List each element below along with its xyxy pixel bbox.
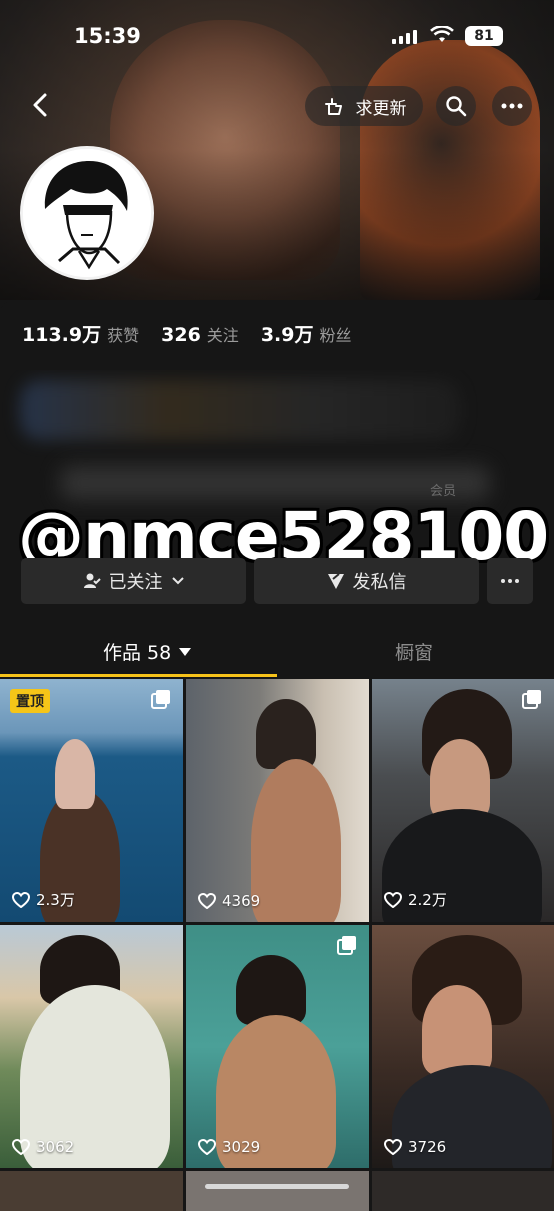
- following-button[interactable]: 已关注: [21, 558, 246, 604]
- tab-works-label: 作品 58: [103, 642, 172, 664]
- user-check-icon: [83, 573, 101, 588]
- message-button[interactable]: 发私信: [254, 558, 479, 604]
- like-count: 3726: [384, 1138, 446, 1156]
- member-tag: 会员: [430, 484, 457, 499]
- heart-icon: [198, 1139, 216, 1155]
- heart-icon: [384, 891, 402, 908]
- more-dots-icon: [501, 579, 519, 583]
- send-icon: [327, 573, 344, 589]
- signal-icon: [392, 28, 417, 44]
- multi-image-icon: [151, 690, 170, 709]
- request-update-button[interactable]: 求更新: [305, 86, 423, 126]
- multi-image-icon: [522, 690, 541, 709]
- request-update-label: 求更新: [355, 98, 407, 119]
- post-tile[interactable]: 3726: [372, 925, 554, 1168]
- like-count: 4369: [198, 892, 260, 910]
- avatar-illustration: [23, 149, 151, 277]
- pinned-badge: 置顶: [10, 689, 50, 713]
- battery-icon: 81: [465, 26, 503, 46]
- home-indicator[interactable]: [205, 1184, 349, 1189]
- stat-followers[interactable]: 3.9万 粉丝: [261, 320, 352, 347]
- more-actions-button[interactable]: [487, 558, 533, 604]
- like-count: 3062: [12, 1138, 74, 1156]
- multi-image-icon: [337, 936, 356, 955]
- post-tile-partial[interactable]: [186, 1171, 369, 1211]
- like-count: 2.2万: [384, 889, 447, 910]
- profile-stats: 113.9万 获赞 326 关注 3.9万 粉丝: [22, 320, 352, 347]
- heart-icon: [198, 893, 216, 909]
- active-tab-indicator: [0, 674, 277, 677]
- post-tile-partial[interactable]: [0, 1171, 183, 1211]
- more-dots-icon: [501, 103, 523, 109]
- search-icon: [446, 96, 467, 117]
- following-label: 已关注: [108, 572, 163, 593]
- status-time: 15:39: [74, 24, 141, 48]
- post-tile[interactable]: 4369: [186, 679, 369, 922]
- tab-showcase-label: 橱窗: [395, 642, 434, 664]
- pointing-hand-icon: [324, 98, 342, 115]
- like-count: 2.3万: [12, 889, 75, 910]
- caret-down-icon: [179, 647, 192, 656]
- more-button[interactable]: [492, 86, 532, 126]
- tab-works[interactable]: 作品 58: [103, 638, 192, 665]
- heart-icon: [384, 1139, 402, 1155]
- chevron-left-icon: [33, 93, 47, 117]
- tab-showcase[interactable]: 橱窗: [395, 638, 433, 665]
- stat-following[interactable]: 326 关注: [161, 322, 239, 346]
- heart-icon: [12, 891, 30, 908]
- avatar[interactable]: [20, 146, 154, 280]
- post-tile[interactable]: 3062: [0, 925, 183, 1168]
- post-tile[interactable]: 3029: [186, 925, 369, 1168]
- message-label: 发私信: [352, 572, 407, 593]
- wifi-icon: [430, 25, 454, 48]
- search-button[interactable]: [436, 86, 476, 126]
- like-count: 3029: [198, 1138, 260, 1156]
- stat-likes[interactable]: 113.9万 获赞: [22, 320, 139, 347]
- chevron-down-icon: [171, 577, 184, 585]
- back-button[interactable]: [26, 90, 56, 120]
- status-bar: 15:39 81: [0, 22, 554, 52]
- heart-icon: [12, 1139, 30, 1155]
- post-tile[interactable]: 置顶 2.3万: [0, 679, 183, 922]
- profile-tabs: 作品 58 橱窗: [0, 630, 554, 676]
- post-tile[interactable]: 2.2万: [372, 679, 554, 922]
- post-tile-partial[interactable]: [372, 1171, 554, 1211]
